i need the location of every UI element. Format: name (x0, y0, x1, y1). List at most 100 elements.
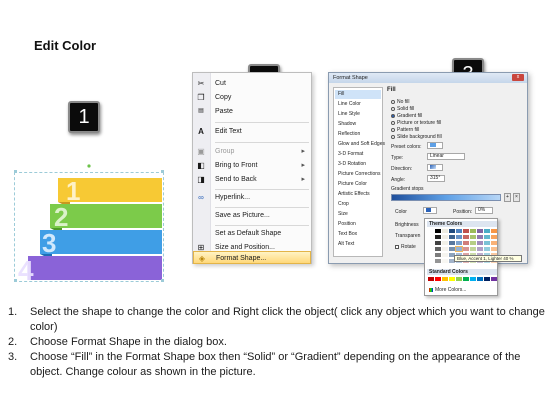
fill-option-pattern[interactable]: Pattern fill (391, 127, 419, 133)
menu-item-set-default-shape[interactable]: Set as Default Shape (193, 227, 311, 240)
theme-swatch[interactable] (491, 247, 497, 251)
menu-item-format-shape[interactable]: ◈ Format Shape... (193, 251, 311, 264)
theme-swatch[interactable] (428, 259, 434, 263)
theme-swatch[interactable] (428, 247, 434, 251)
category-reflection[interactable]: Reflection (335, 130, 381, 139)
ribbon-shapes[interactable]: 1 2 3 4 (14, 164, 166, 284)
theme-swatch[interactable] (449, 241, 455, 245)
theme-swatch[interactable] (442, 259, 448, 263)
category-glow[interactable]: Glow and Soft Edges (335, 140, 385, 149)
category-picture-corrections[interactable]: Picture Corrections (335, 170, 381, 179)
category-alt-text[interactable]: Alt Text (335, 240, 381, 249)
standard-swatch[interactable] (470, 277, 476, 281)
theme-swatch[interactable] (456, 229, 462, 233)
theme-swatch[interactable] (470, 241, 476, 245)
standard-swatch[interactable] (484, 277, 490, 281)
rotate-checkbox[interactable]: Rotate (395, 244, 416, 250)
fill-option-no-fill[interactable]: No fill (391, 99, 410, 105)
theme-swatch[interactable] (428, 241, 434, 245)
menu-item-save-as-picture[interactable]: Save as Picture... (193, 209, 311, 222)
theme-swatch[interactable] (491, 235, 497, 239)
category-size[interactable]: Size (335, 210, 381, 219)
theme-swatch[interactable] (442, 235, 448, 239)
category-artistic-effects[interactable]: Artistic Effects (335, 190, 381, 199)
color-dropdown[interactable] (423, 207, 437, 214)
category-picture-color[interactable]: Picture Color (335, 180, 381, 189)
fill-option-picture[interactable]: Picture or texture fill (391, 120, 441, 126)
theme-swatch[interactable] (484, 235, 490, 239)
theme-swatch[interactable] (455, 246, 463, 252)
fill-option-solid[interactable]: Solid fill (391, 106, 414, 112)
standard-swatch[interactable] (477, 277, 483, 281)
theme-swatch[interactable] (491, 241, 497, 245)
theme-swatch[interactable] (463, 241, 469, 245)
standard-swatch[interactable] (449, 277, 455, 281)
category-text-box[interactable]: Text Box (335, 230, 381, 239)
menu-item-copy[interactable]: ❐ Copy (193, 91, 311, 104)
type-dropdown[interactable]: Linear (427, 153, 465, 160)
theme-swatch[interactable] (477, 229, 483, 233)
theme-swatch[interactable] (435, 229, 441, 233)
fill-option-slide-background[interactable]: Slide background fill (391, 134, 442, 140)
theme-swatch[interactable] (442, 247, 448, 251)
theme-swatch[interactable] (470, 229, 476, 233)
menu-item-edit-text[interactable]: A Edit Text (193, 125, 311, 138)
theme-swatch[interactable] (477, 235, 483, 239)
theme-swatch[interactable] (470, 235, 476, 239)
standard-swatch[interactable] (435, 277, 441, 281)
menu-item-paste[interactable]: ▤ Paste (193, 105, 311, 118)
close-icon[interactable]: x (512, 74, 524, 81)
category-crop[interactable]: Crop (335, 200, 381, 209)
theme-swatch[interactable] (435, 241, 441, 245)
menu-item-hyperlink[interactable]: ∞ Hyperlink... (193, 191, 311, 204)
more-colors-button[interactable]: More Colors... (429, 287, 466, 293)
theme-swatch[interactable] (449, 247, 455, 251)
theme-swatch[interactable] (456, 241, 462, 245)
category-fill[interactable]: Fill (335, 90, 381, 99)
standard-swatch[interactable] (491, 277, 497, 281)
menu-item-bring-to-front[interactable]: ◧ Bring to Front ▸ (193, 159, 311, 172)
angle-input[interactable]: 315° (427, 175, 445, 182)
category-line-style[interactable]: Line Style (335, 110, 381, 119)
theme-swatch[interactable] (470, 247, 476, 251)
theme-swatch[interactable] (435, 247, 441, 251)
gradient-stops-bar[interactable] (391, 194, 501, 201)
position-input[interactable]: 0% (475, 207, 493, 214)
theme-swatch[interactable] (477, 247, 483, 251)
theme-swatch[interactable] (449, 229, 455, 233)
menu-item-cut[interactable]: ✂ Cut (193, 77, 311, 90)
theme-swatch[interactable] (491, 229, 497, 233)
menu-item-send-to-back[interactable]: ◨ Send to Back ▸ (193, 173, 311, 186)
add-stop-button[interactable]: + (504, 193, 511, 202)
theme-swatch[interactable] (463, 247, 469, 251)
category-line-color[interactable]: Line Color (335, 100, 381, 109)
category-3d-rotation[interactable]: 3-D Rotation (335, 160, 381, 169)
theme-swatch[interactable] (463, 235, 469, 239)
theme-swatch[interactable] (428, 229, 434, 233)
standard-swatch[interactable] (442, 277, 448, 281)
theme-swatch[interactable] (484, 241, 490, 245)
remove-stop-button[interactable]: × (513, 193, 520, 202)
category-3d-format[interactable]: 3-D Format (335, 150, 381, 159)
ribbon-graphic[interactable]: 1 2 3 4 (14, 164, 166, 284)
theme-swatch[interactable] (449, 235, 455, 239)
theme-swatch[interactable] (428, 235, 434, 239)
standard-swatch[interactable] (428, 277, 434, 281)
category-shadow[interactable]: Shadow (335, 120, 381, 129)
direction-dropdown[interactable] (427, 164, 443, 171)
theme-swatch[interactable] (442, 253, 448, 257)
standard-swatch[interactable] (456, 277, 462, 281)
fill-option-gradient[interactable]: Gradient fill (391, 113, 422, 119)
category-position[interactable]: Position (335, 220, 381, 229)
theme-swatch[interactable] (456, 235, 462, 239)
theme-swatch[interactable] (484, 247, 490, 251)
theme-swatch[interactable] (484, 229, 490, 233)
theme-swatch[interactable] (477, 241, 483, 245)
preset-colors-dropdown[interactable] (427, 142, 443, 149)
theme-swatch[interactable] (435, 259, 441, 263)
theme-swatch[interactable] (442, 241, 448, 245)
theme-swatch[interactable] (435, 235, 441, 239)
theme-swatch[interactable] (435, 253, 441, 257)
theme-swatch[interactable] (463, 229, 469, 233)
theme-swatch[interactable] (428, 253, 434, 257)
